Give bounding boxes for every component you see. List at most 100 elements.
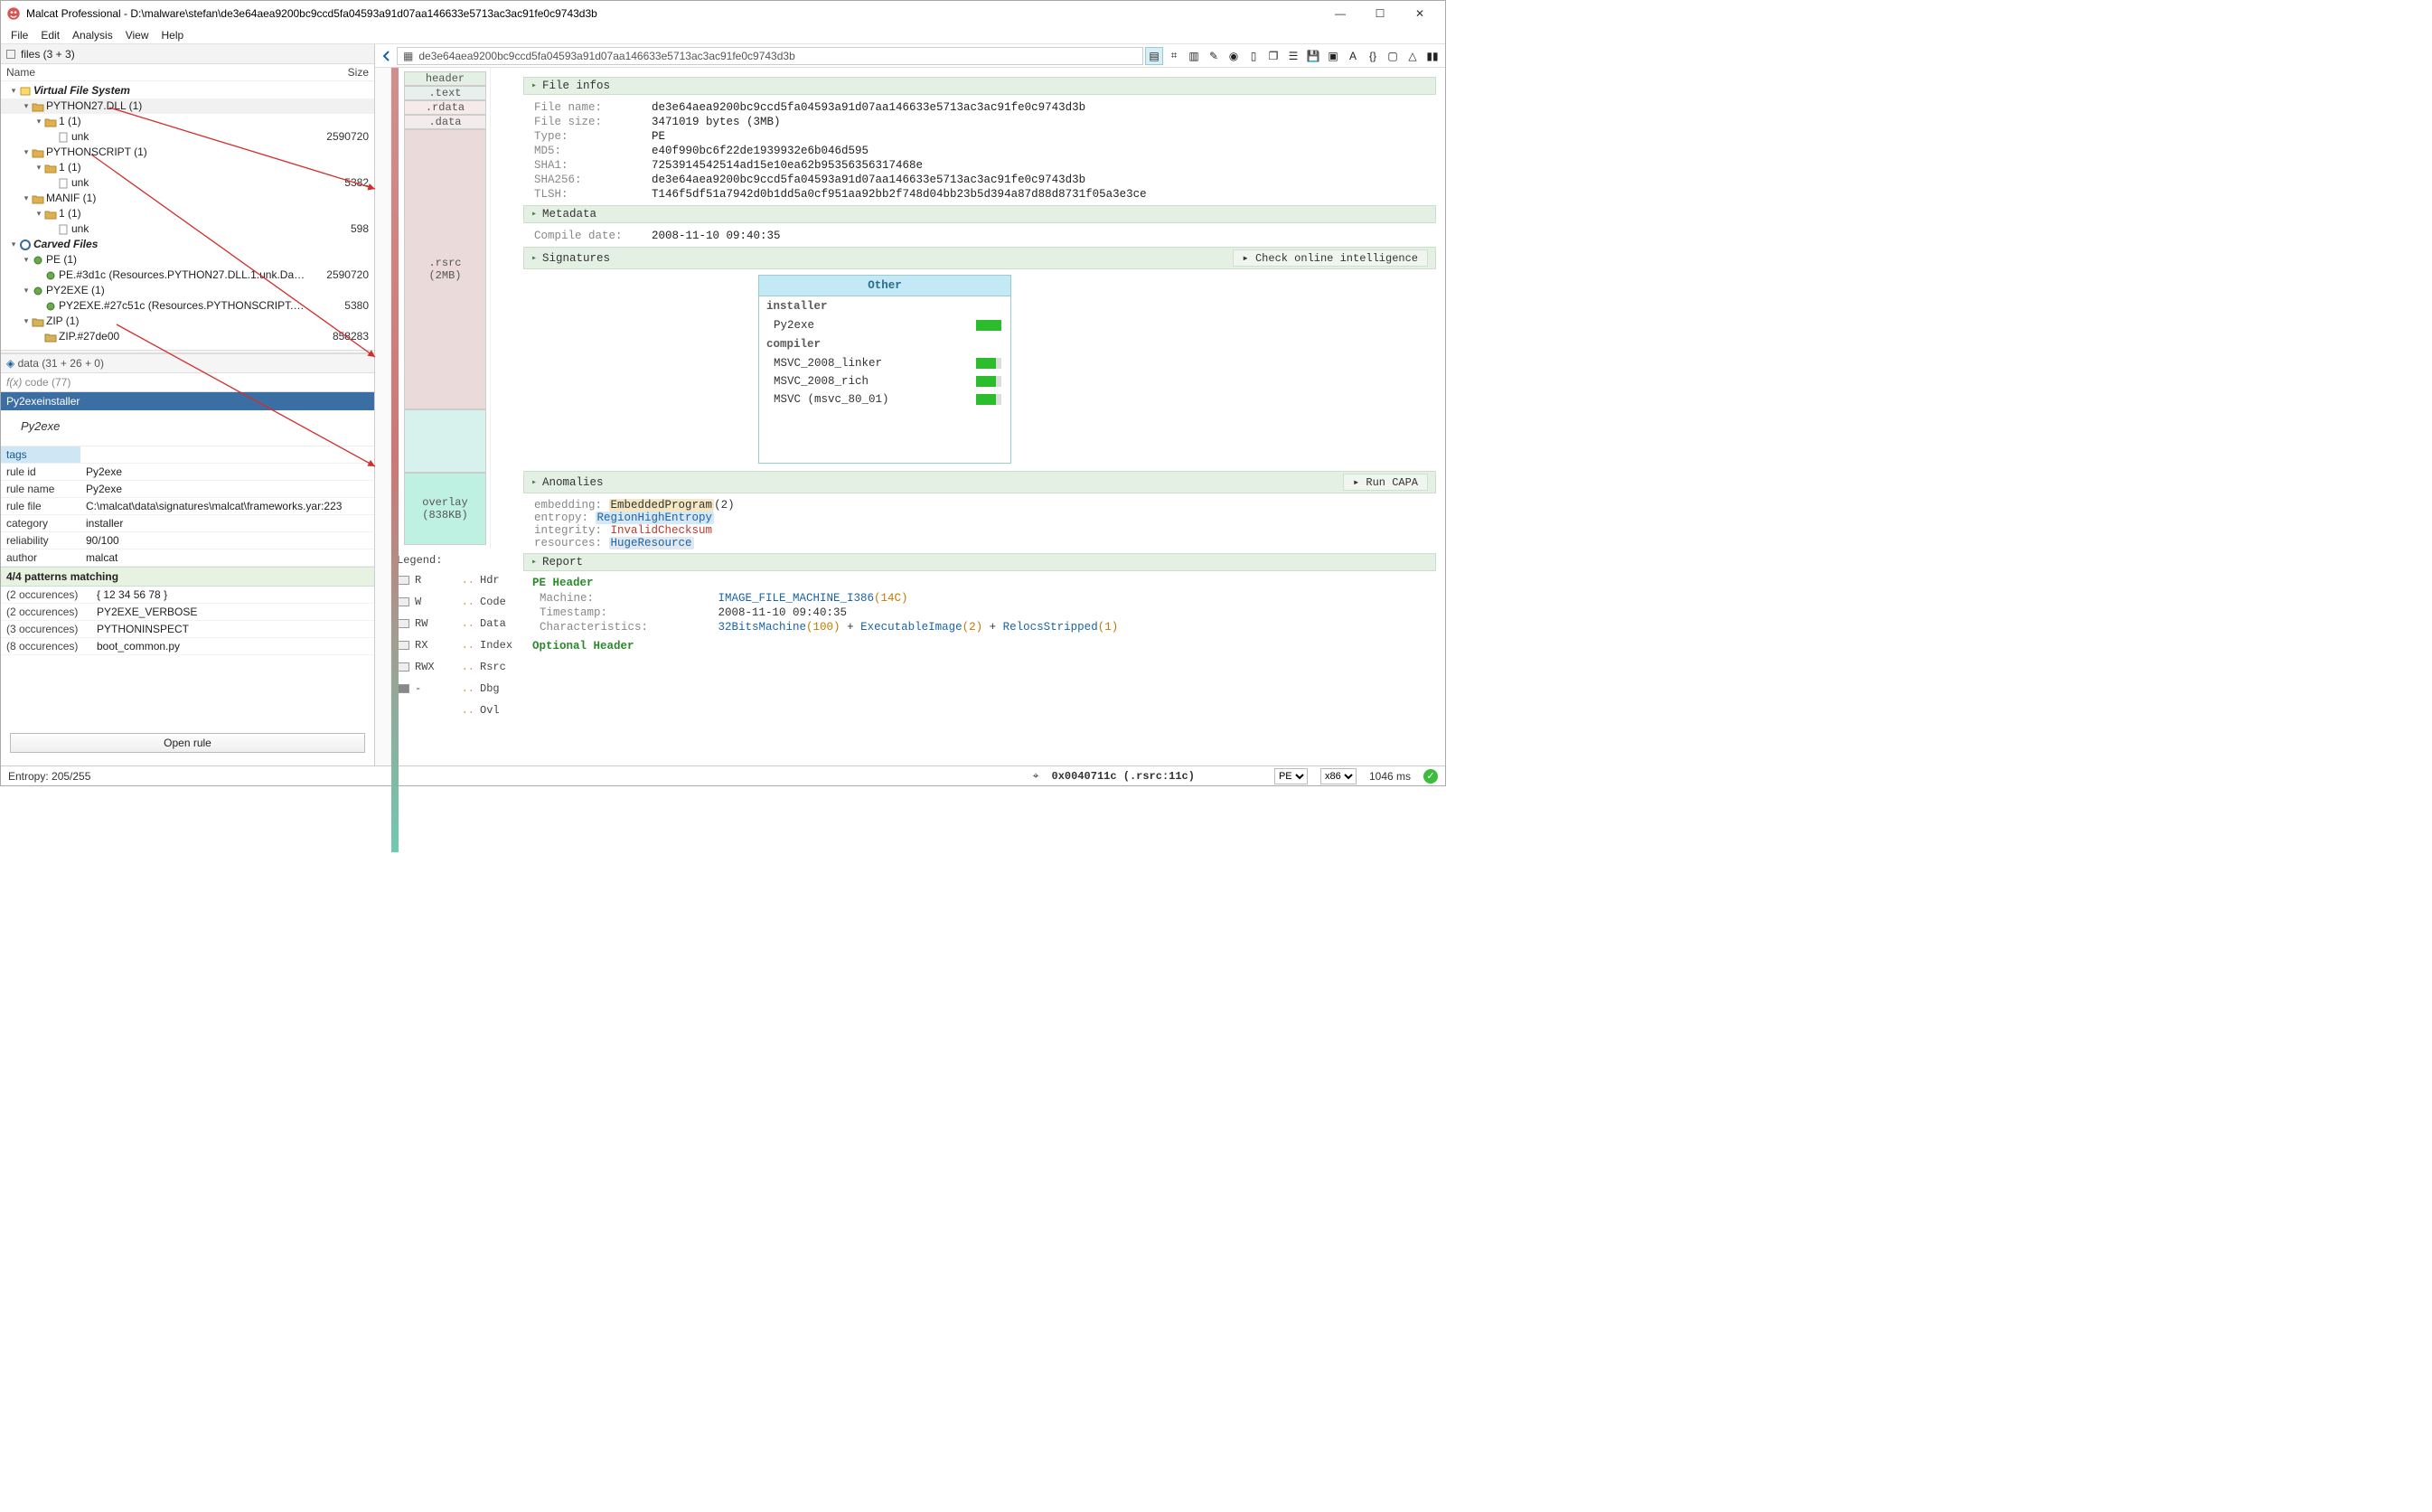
tool-bars-icon[interactable]: ▮▮	[1423, 47, 1441, 65]
report-token[interactable]: 32BitsMachine	[718, 621, 807, 634]
tree-row[interactable]: ▾PY2EXE (1)	[1, 283, 374, 298]
tree-row[interactable]: ▾1 (1)	[1, 114, 374, 129]
tree-row[interactable]: ▾1 (1)	[1, 160, 374, 175]
map-segment[interactable]: .data	[404, 115, 486, 129]
section-file-infos[interactable]: ▸ File infos	[523, 77, 1436, 95]
patterns-header[interactable]: 4/4 patterns matching	[1, 567, 374, 587]
menu-help[interactable]: Help	[155, 27, 191, 43]
report-v[interactable]: IMAGE_FILE_MACHINE_I386	[718, 592, 875, 605]
window-minimize-button[interactable]: —	[1320, 1, 1360, 26]
anom-integrity[interactable]: InvalidChecksum	[609, 524, 715, 537]
signature-row[interactable]: MSVC_2008_rich	[759, 372, 1010, 390]
menu-view[interactable]: View	[119, 27, 155, 43]
menu-analysis[interactable]: Analysis	[66, 27, 119, 43]
tool-hex-icon[interactable]: ⌗	[1165, 47, 1183, 65]
tool-summary-icon[interactable]: ▤	[1145, 47, 1163, 65]
code-pane-title[interactable]: f(x) f(x) code (77) code (77)	[1, 373, 374, 392]
tree-row[interactable]: PY2EXE.#27c51c (Resources.PYTHONSCRIPT.1…	[1, 298, 374, 314]
tree-col-name[interactable]: Name	[6, 66, 305, 79]
section-report[interactable]: ▸ Report	[523, 553, 1436, 571]
tool-save-icon[interactable]: 💾	[1304, 47, 1322, 65]
anom-resources[interactable]: HugeResource	[609, 537, 694, 549]
anom-k: integrity:	[534, 524, 602, 537]
map-segment[interactable]: overlay(838KB)	[404, 473, 486, 545]
address-field[interactable]: ▦ de3e64aea9200bc9ccd5fa04593a91d07aa146…	[397, 47, 1143, 65]
run-capa-button[interactable]: ▸ Run CAPA	[1343, 474, 1428, 491]
section-anomalies[interactable]: ▸ Anomalies ▸ Run CAPA	[523, 471, 1436, 493]
tree-row[interactable]: ▾MANIF (1)	[1, 191, 374, 206]
data-pane-label: data (31 + 26 + 0)	[18, 357, 104, 370]
tree-row[interactable]: ▾PE (1)	[1, 252, 374, 268]
report-k: Machine:	[540, 592, 711, 605]
pattern-row[interactable]: (2 occurences)PY2EXE_VERBOSE	[1, 604, 374, 621]
anom-k: entropy:	[534, 512, 588, 524]
back-button[interactable]	[379, 48, 395, 64]
tree-row[interactable]: ▾PYTHONSCRIPT (1)	[1, 145, 374, 160]
pattern-row[interactable]: (3 occurences)PYTHONINSPECT	[1, 621, 374, 638]
tree-row[interactable]: ▾PYTHON27.DLL (1)	[1, 99, 374, 114]
section-signatures[interactable]: ▸ Signatures ▸ Check online intelligence	[523, 247, 1436, 269]
selected-rule-row[interactable]: Py2exe installer	[1, 392, 374, 410]
tree-row[interactable]: ZIP.#27de00858283	[1, 329, 374, 344]
report-token[interactable]: ExecutableImage	[860, 621, 962, 634]
map-segment[interactable]: header	[404, 71, 486, 86]
tool-box-icon[interactable]: ▣	[1324, 47, 1342, 65]
open-rule-button[interactable]: Open rule	[10, 733, 365, 753]
tool-copy-icon[interactable]: ❐	[1264, 47, 1282, 65]
map-segment[interactable]	[404, 409, 486, 473]
section-metadata[interactable]: ▸ Metadata	[523, 205, 1436, 223]
data-pane-title[interactable]: ◈ data (31 + 26 + 0)	[1, 353, 374, 373]
legend-item: ..Hdr	[462, 574, 512, 587]
menu-edit[interactable]: Edit	[34, 27, 66, 43]
tree-row[interactable]: ▾Virtual File System	[1, 83, 374, 99]
window-close-button[interactable]: ✕	[1400, 1, 1440, 26]
map-segment[interactable]: .text	[404, 86, 486, 100]
anom-entropy[interactable]: RegionHighEntropy	[596, 512, 715, 524]
anom-embedding[interactable]: EmbeddedProgram	[609, 499, 715, 512]
status-arch-select[interactable]: x86	[1320, 768, 1357, 784]
tool-struct-icon[interactable]: ▥	[1185, 47, 1203, 65]
legend-item: ..Rsrc	[462, 661, 512, 673]
check-online-button[interactable]: ▸ Check online intelligence	[1233, 249, 1428, 267]
meta-row: rule namePy2exe	[1, 481, 374, 498]
tool-list-icon[interactable]: ☰	[1284, 47, 1302, 65]
menu-file[interactable]: File	[5, 27, 34, 43]
tree-row[interactable]: ▾Carved Files	[1, 237, 374, 252]
meta-row: rule fileC:\malcat\data\signatures\malca…	[1, 498, 374, 515]
tool-tri-icon[interactable]: △	[1404, 47, 1422, 65]
meta-row: categoryinstaller	[1, 515, 374, 532]
tool-a-icon[interactable]: A	[1344, 47, 1362, 65]
tree-row[interactable]: unk598	[1, 221, 374, 237]
pattern-row[interactable]: (2 occurences){ 12 34 56 78 }	[1, 587, 374, 604]
signature-row[interactable]: Py2exe	[759, 316, 1010, 334]
window-maximize-button[interactable]: ☐	[1360, 1, 1400, 26]
status-type-select[interactable]: PE	[1274, 768, 1308, 784]
tool-text-icon[interactable]: ▯	[1244, 47, 1263, 65]
map-segment[interactable]: .rdata	[404, 100, 486, 115]
legend-item: ..Dbg	[462, 682, 512, 695]
sigbox-installer-label: installer	[759, 296, 1010, 316]
files-pane-title[interactable]: files (3 + 3)	[1, 44, 374, 64]
title-bar: Malcat Professional - D:\malware\stefan\…	[1, 1, 1445, 26]
file-tree[interactable]: ▾Virtual File System▾PYTHON27.DLL (1)▾1 …	[1, 81, 374, 350]
report-pe-header: PE Header	[532, 577, 1436, 589]
tool-square-icon[interactable]: ▢	[1384, 47, 1402, 65]
tree-row[interactable]: PE.#3d1c (Resources.PYTHON27.DLL.1.unk.D…	[1, 268, 374, 283]
report-token[interactable]: RelocsStripped	[1003, 621, 1098, 634]
pattern-row[interactable]: (8 occurences)boot_common.py	[1, 638, 374, 655]
tool-brackets-icon[interactable]: {}	[1364, 47, 1382, 65]
tree-row[interactable]: unk5382	[1, 175, 374, 191]
main-content[interactable]: ▸ File infos File name:de3e64aea9200bc9c…	[509, 68, 1445, 765]
tags-header[interactable]: tags	[1, 446, 80, 464]
map-segment[interactable]: .rsrc(2MB)	[404, 129, 486, 409]
signature-row[interactable]: MSVC_2008_linker	[759, 354, 1010, 372]
tool-code-icon[interactable]: ✎	[1205, 47, 1223, 65]
tree-row[interactable]: unk2590720	[1, 129, 374, 145]
tree-row[interactable]: ▾1 (1)	[1, 206, 374, 221]
section-map[interactable]: header.text.rdata.data.rsrc(2MB) overlay(…	[400, 68, 491, 549]
tool-globe-icon[interactable]: ◉	[1225, 47, 1243, 65]
signature-row[interactable]: MSVC (msvc_80_01)	[759, 390, 1010, 409]
tree-row[interactable]: ▾ZIP (1)	[1, 314, 374, 329]
status-ok-icon: ✓	[1423, 769, 1438, 784]
tree-col-size[interactable]: Size	[305, 66, 369, 79]
